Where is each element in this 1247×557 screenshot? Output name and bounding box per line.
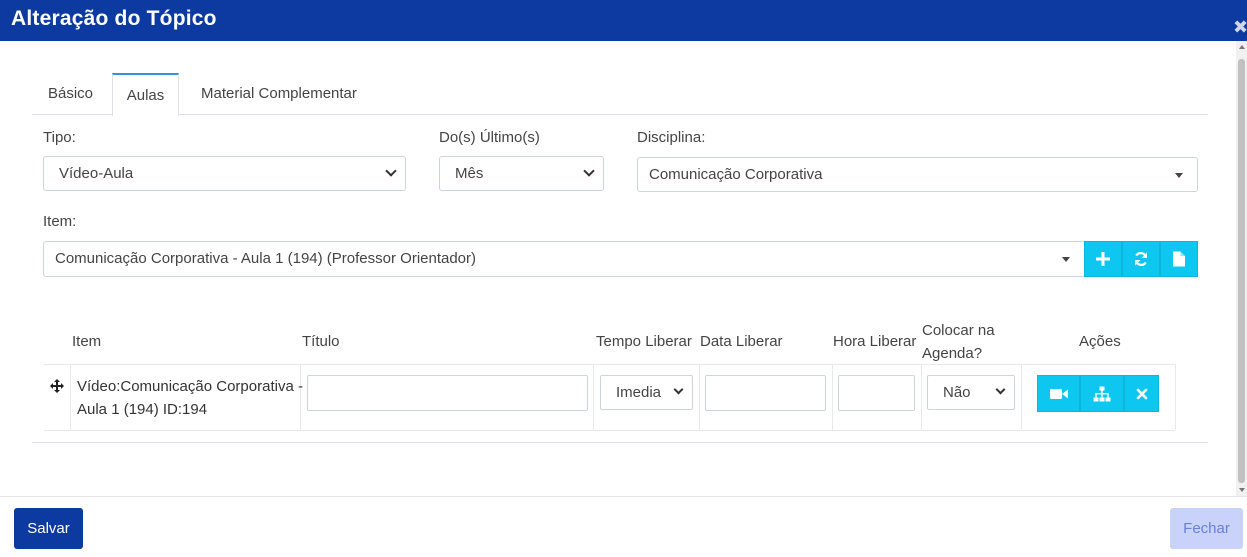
item-button-group (1084, 241, 1198, 277)
col-header-agenda-line2: Agenda? (922, 345, 983, 362)
remove-row-button[interactable] (1124, 375, 1159, 412)
caret-down-icon (1062, 257, 1070, 262)
structure-button[interactable] (1080, 375, 1124, 412)
video-button[interactable] (1037, 375, 1080, 412)
footer-divider (0, 496, 1247, 497)
item-select-value: Comunicação Corporativa - Aula 1 (194) (… (55, 250, 477, 267)
cell-divider (921, 364, 922, 430)
cell-divider (70, 364, 71, 430)
agenda-select[interactable]: Não (927, 375, 1015, 410)
row-item-line1: Vídeo:Comunicação Corporativa - (77, 378, 303, 395)
tempo-liberar-select[interactable]: Imedia (600, 375, 693, 410)
disciplina-select[interactable]: Comunicação Corporativa (637, 157, 1198, 192)
add-item-button[interactable] (1084, 241, 1122, 277)
disciplina-select-value: Comunicação Corporativa (649, 166, 823, 183)
file-icon (1173, 251, 1185, 267)
col-header-titulo: Título (302, 333, 340, 350)
modal-title: Alteração do Tópico (11, 7, 217, 30)
chevron-down-icon (583, 165, 595, 177)
table-bottom-divider (32, 442, 1208, 443)
ultimos-select[interactable]: Mês (439, 156, 604, 191)
titulo-input[interactable] (307, 375, 588, 411)
tipo-label: Tipo: (43, 129, 76, 146)
tab-bar: Básico Aulas Material Complementar (32, 73, 1208, 116)
move-icon[interactable] (50, 379, 64, 393)
close-icon[interactable]: ✖ (1233, 18, 1247, 36)
tipo-select-value: Vídeo-Aula (59, 165, 134, 182)
modal-header: Alteração do Tópico ✖ (0, 0, 1247, 41)
row-item-line2: Aula 1 (194) ID:194 (77, 401, 208, 418)
col-header-item: Item (72, 333, 102, 350)
item-label: Item: (43, 213, 77, 230)
agenda-value: Não (943, 384, 971, 401)
cell-divider (699, 364, 700, 430)
hora-liberar-input[interactable] (838, 375, 915, 411)
cell-divider (832, 364, 833, 430)
item-select[interactable]: Comunicação Corporativa - Aula 1 (194) (… (43, 241, 1085, 277)
tab-aulas[interactable]: Aulas (112, 73, 179, 116)
close-icon (1136, 388, 1147, 399)
save-button[interactable]: Salvar (14, 508, 83, 549)
vertical-scrollbar[interactable] (1236, 41, 1247, 496)
scrollbar-thumb[interactable] (1238, 59, 1245, 483)
row-divider (44, 364, 1175, 365)
tab-material-complementar[interactable]: Material Complementar (201, 73, 357, 115)
data-liberar-input[interactable] (705, 375, 826, 411)
tempo-liberar-value: Imedia (616, 384, 662, 401)
caret-down-icon (1175, 173, 1183, 178)
scroll-up-icon[interactable] (1239, 45, 1245, 49)
col-header-hora-liberar: Hora Liberar (833, 333, 917, 350)
close-button[interactable]: Fechar (1170, 508, 1243, 549)
ultimos-select-value: Mês (455, 165, 484, 182)
row-divider (44, 430, 1175, 431)
cell-divider (593, 364, 594, 430)
col-header-tempo-liberar: Tempo Liberar (596, 333, 692, 350)
topic-edit-modal: Alteração do Tópico ✖ Básico Aulas Mater… (0, 0, 1247, 557)
plus-icon (1096, 252, 1110, 266)
col-header-acoes: Ações (1079, 333, 1121, 350)
cell-divider (1021, 364, 1022, 430)
video-icon (1049, 388, 1068, 399)
disciplina-label: Disciplina: (637, 129, 706, 146)
scroll-down-icon[interactable] (1239, 488, 1245, 492)
sitemap-icon (1093, 386, 1111, 401)
chevron-down-icon (995, 384, 1006, 395)
tipo-select[interactable]: Vídeo-Aula (43, 156, 406, 191)
file-item-button[interactable] (1160, 241, 1198, 277)
tab-basico[interactable]: Básico (48, 73, 93, 115)
refresh-icon (1134, 252, 1148, 266)
refresh-item-button[interactable] (1122, 241, 1160, 277)
chevron-down-icon (385, 165, 397, 177)
cell-divider (1175, 364, 1176, 430)
chevron-down-icon (673, 384, 684, 395)
col-header-agenda-line1: Colocar na (922, 322, 995, 339)
col-header-data-liberar: Data Liberar (700, 333, 783, 350)
ultimos-label: Do(s) Último(s) (439, 129, 540, 146)
